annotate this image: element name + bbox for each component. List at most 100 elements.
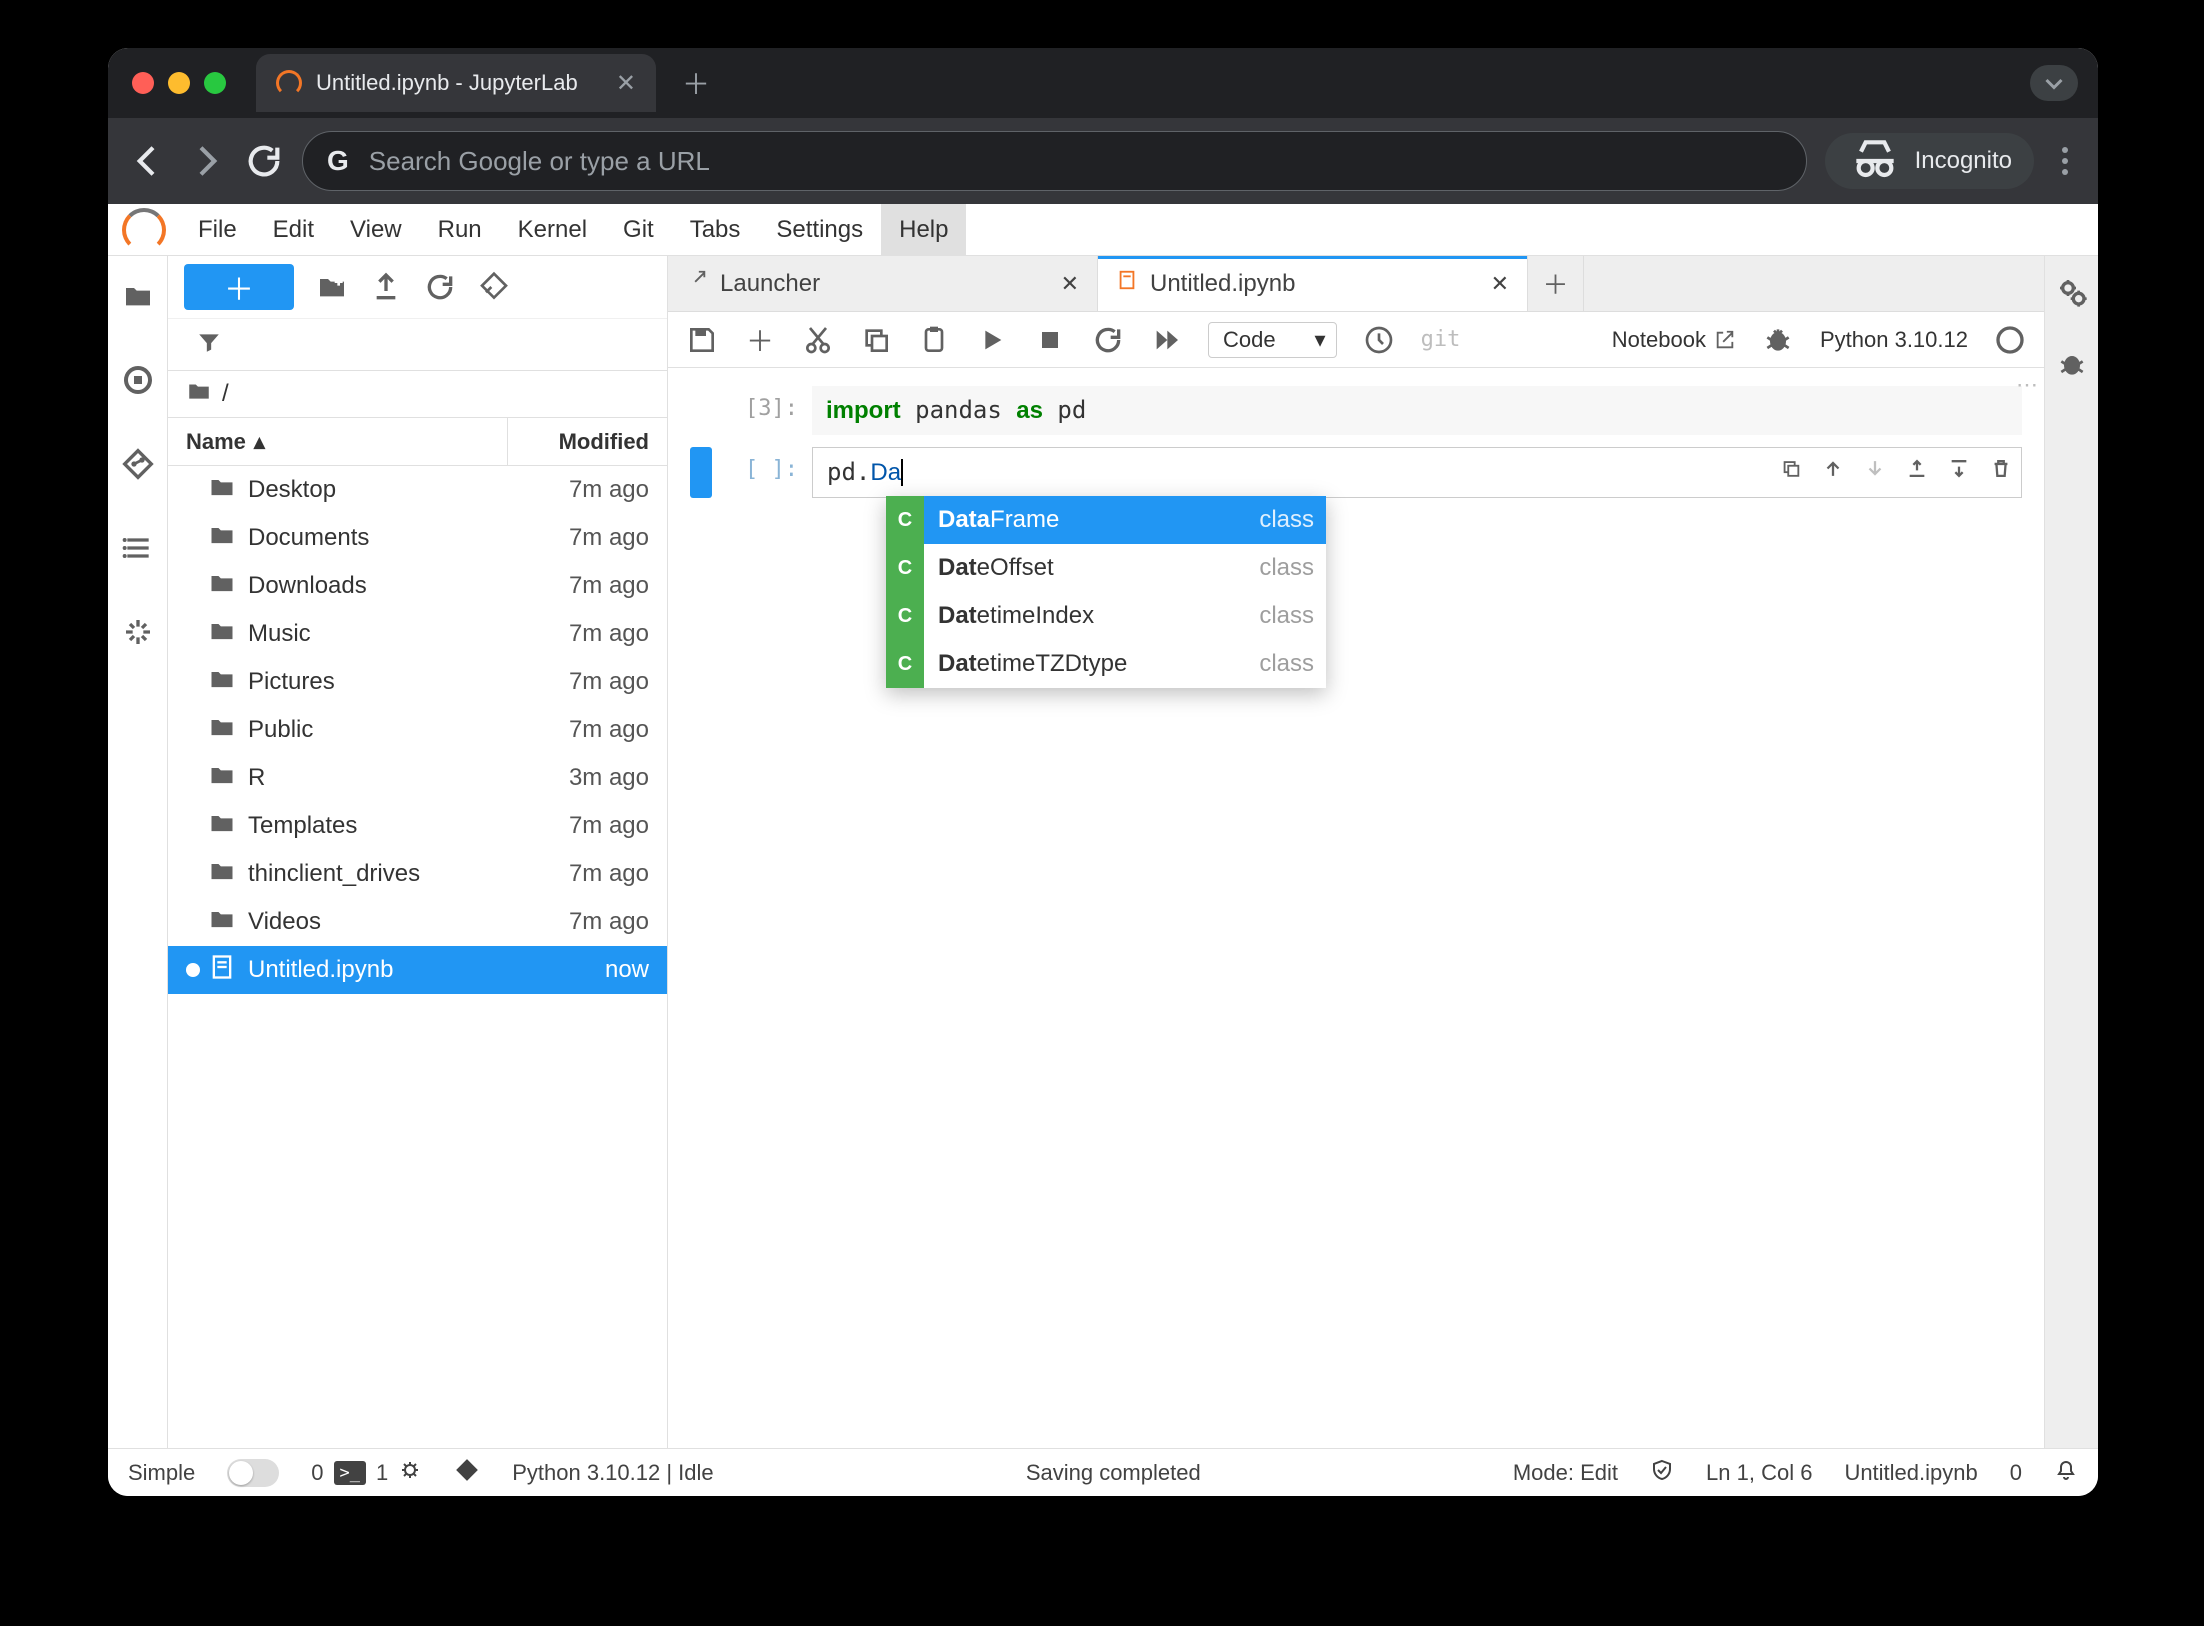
menu-view[interactable]: View <box>332 204 420 255</box>
file-row[interactable]: Documents7m ago <box>168 514 667 562</box>
file-name: Desktop <box>248 476 509 504</box>
file-row[interactable]: Desktop7m ago <box>168 466 667 514</box>
render-time-icon[interactable] <box>1363 324 1395 356</box>
menu-git[interactable]: Git <box>605 204 672 255</box>
column-header-name[interactable]: Name ▴ <box>168 429 507 455</box>
file-row[interactable]: Untitled.ipynbnow <box>168 946 667 994</box>
property-inspector-icon[interactable] <box>2056 276 2088 308</box>
cut-cell-button[interactable] <box>802 324 834 356</box>
git-branch-icon[interactable] <box>454 1457 480 1489</box>
trust-shield-icon[interactable] <box>1650 1458 1674 1488</box>
code-cell[interactable]: [ ]:pd.DaCDataFrameclassCDateOffsetclass… <box>690 447 2022 498</box>
cell-overflow-icon[interactable]: ⋯ <box>2016 372 2040 398</box>
completion-item[interactable]: CDataFrameclass <box>886 496 1326 544</box>
file-row[interactable]: thinclient_drives7m ago <box>168 850 667 898</box>
completion-item[interactable]: CDatetimeIndexclass <box>886 592 1326 640</box>
insert-above-icon[interactable] <box>1906 455 1928 482</box>
window-close-button[interactable] <box>132 72 154 94</box>
menu-kernel[interactable]: Kernel <box>500 204 605 255</box>
kernel-sessions-icon[interactable] <box>398 1458 422 1488</box>
code-editor[interactable]: import pandas as pd <box>812 386 2022 435</box>
close-icon[interactable]: ✕ <box>1491 271 1509 297</box>
status-save: Saving completed <box>1026 1460 1201 1486</box>
extensions-tab-icon[interactable] <box>122 616 154 648</box>
forward-button[interactable] <box>186 141 226 181</box>
git-status[interactable]: git <box>1421 327 1461 352</box>
filter-icon[interactable] <box>196 329 222 360</box>
doc-tab[interactable]: Launcher ✕ <box>668 256 1098 311</box>
refresh-button[interactable] <box>424 271 456 303</box>
toc-tab-icon[interactable] <box>122 532 154 564</box>
file-row[interactable]: Public7m ago <box>168 706 667 754</box>
restart-kernel-button[interactable] <box>1092 324 1124 356</box>
restart-run-all-button[interactable] <box>1150 324 1182 356</box>
debug-button[interactable] <box>1762 324 1794 356</box>
running-tab-icon[interactable] <box>122 364 154 396</box>
cell-prompt: [ ]: <box>712 447 812 498</box>
delete-cell-icon[interactable] <box>1990 455 2012 482</box>
doc-tab-label: Launcher <box>720 270 820 298</box>
tab-list-button[interactable] <box>2030 65 2078 101</box>
move-up-icon[interactable] <box>1822 455 1844 482</box>
kernel-name[interactable]: Python 3.10.12 <box>1820 327 1968 353</box>
git-toggle-button[interactable] <box>478 271 510 303</box>
completion-item[interactable]: CDateOffsetclass <box>886 544 1326 592</box>
tab-close-icon[interactable]: ✕ <box>616 69 636 98</box>
address-bar[interactable]: G Search Google or type a URL <box>302 131 1807 191</box>
code-cell[interactable]: [3]:import pandas as pd <box>690 386 2022 435</box>
menu-edit[interactable]: Edit <box>255 204 332 255</box>
save-button[interactable] <box>686 324 718 356</box>
status-kernel[interactable]: Python 3.10.12 | Idle <box>512 1460 713 1486</box>
bell-icon[interactable] <box>2054 1458 2078 1488</box>
add-cell-button[interactable]: ＋ <box>744 324 776 356</box>
new-tab-button[interactable]: ＋ <box>672 59 720 107</box>
git-tab-icon[interactable] <box>122 448 154 480</box>
browser-menu-button[interactable] <box>2052 147 2078 175</box>
window-zoom-button[interactable] <box>204 72 226 94</box>
back-button[interactable] <box>128 141 168 181</box>
doc-tab-label: Untitled.ipynb <box>1150 270 1295 298</box>
insert-below-icon[interactable] <box>1948 455 1970 482</box>
reload-button[interactable] <box>244 141 284 181</box>
filebrowser-tab-icon[interactable] <box>122 280 154 312</box>
status-doc[interactable]: Untitled.ipynb <box>1844 1460 1977 1486</box>
trusted-indicator[interactable]: Notebook <box>1612 327 1736 353</box>
new-launcher-button[interactable]: ＋ <box>184 264 294 310</box>
debugger-panel-icon[interactable] <box>2056 348 2088 380</box>
completion-item[interactable]: CDatetimeTZDtypeclass <box>886 640 1326 688</box>
column-header-modified[interactable]: Modified <box>507 418 667 465</box>
add-tab-button[interactable]: ＋ <box>1528 256 1584 311</box>
menu-help[interactable]: Help <box>881 204 966 255</box>
file-row[interactable]: Downloads7m ago <box>168 562 667 610</box>
upload-button[interactable] <box>370 271 402 303</box>
move-down-icon[interactable] <box>1864 455 1886 482</box>
folder-icon <box>208 665 236 700</box>
run-button[interactable] <box>976 324 1008 356</box>
menu-file[interactable]: File <box>180 204 255 255</box>
new-folder-button[interactable] <box>316 271 348 303</box>
duplicate-cell-icon[interactable] <box>1780 455 1802 482</box>
file-row[interactable]: Videos7m ago <box>168 898 667 946</box>
cell-type-select[interactable]: Code <box>1208 322 1337 358</box>
stop-button[interactable] <box>1034 324 1066 356</box>
file-row[interactable]: Templates7m ago <box>168 802 667 850</box>
menu-settings[interactable]: Settings <box>758 204 881 255</box>
simple-mode-toggle[interactable] <box>227 1459 279 1487</box>
file-row[interactable]: R3m ago <box>168 754 667 802</box>
simple-mode-label: Simple <box>128 1460 195 1486</box>
file-row[interactable]: Music7m ago <box>168 610 667 658</box>
window-minimize-button[interactable] <box>168 72 190 94</box>
breadcrumb-root[interactable]: / <box>222 380 229 408</box>
menu-run[interactable]: Run <box>420 204 500 255</box>
incognito-badge[interactable]: Incognito <box>1825 133 2034 189</box>
terminal-icon[interactable]: >_ <box>334 1461 366 1485</box>
notebook-area[interactable]: [3]:import pandas as pd [ ]:pd.DaCDataFra… <box>668 368 2044 1448</box>
menu-tabs[interactable]: Tabs <box>672 204 759 255</box>
cell-prompt: [3]: <box>712 386 812 435</box>
file-row[interactable]: Pictures7m ago <box>168 658 667 706</box>
copy-cell-button[interactable] <box>860 324 892 356</box>
close-icon[interactable]: ✕ <box>1061 271 1079 297</box>
paste-cell-button[interactable] <box>918 324 950 356</box>
browser-tab[interactable]: Untitled.ipynb - JupyterLab ✕ <box>256 54 656 112</box>
doc-tab[interactable]: Untitled.ipynb ✕ <box>1098 256 1528 311</box>
